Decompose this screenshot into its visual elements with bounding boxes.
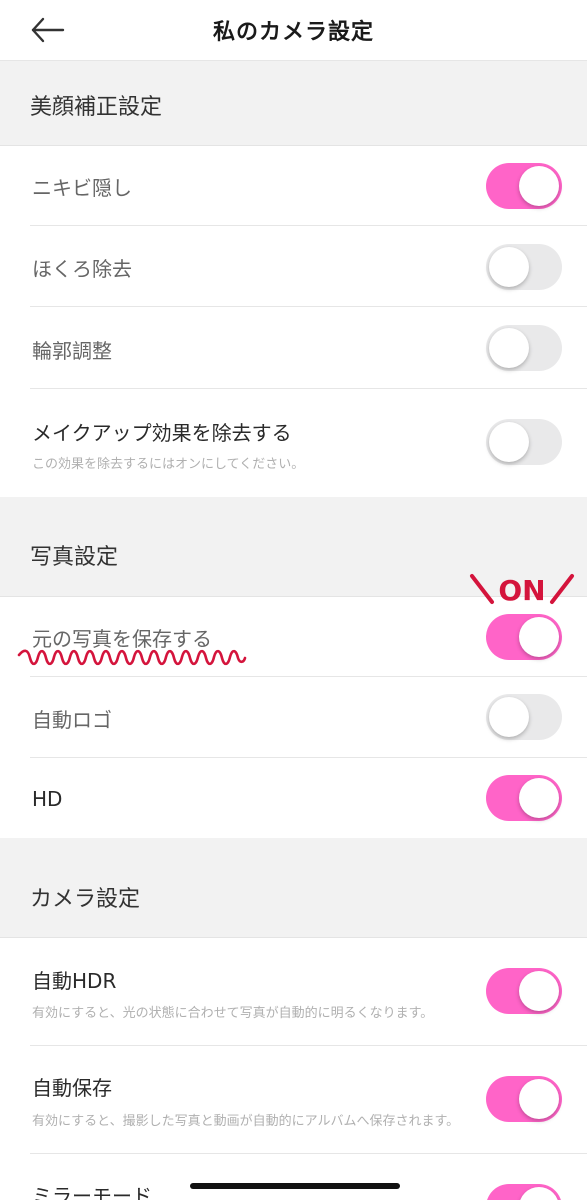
setting-row-acne: ニキビ隠し — [0, 146, 587, 226]
toggle-knob — [489, 422, 529, 462]
setting-label: メイクアップ効果を除去する — [32, 421, 292, 445]
mirror-toggle[interactable] — [486, 1184, 562, 1200]
section-header-camera: カメラ設定 — [0, 838, 587, 938]
setting-row-auto-hdr: 自動HDR 有効にすると、光の状態に合わせて写真が自動的に明るくなります。 — [0, 938, 587, 1046]
toggle-knob — [519, 166, 559, 206]
section-title: 美顔補正設定 — [30, 95, 163, 120]
underline-annotation — [17, 649, 247, 666]
setting-label: ミラーモード — [32, 1184, 152, 1200]
setting-description: この効果を除去するにはオンにしてください。 — [32, 457, 305, 472]
auto-save-toggle[interactable] — [486, 1076, 562, 1122]
makeup-toggle[interactable] — [486, 419, 562, 465]
section-title: カメラ設定 — [30, 887, 141, 912]
toggle-knob — [519, 1187, 559, 1200]
setting-label: ニキビ隠し — [32, 176, 132, 200]
toggle-knob — [519, 778, 559, 818]
hd-toggle[interactable] — [486, 775, 562, 821]
setting-description: 有効にすると、撮影した写真と動画が自動的にアルバムへ保存されます。 — [32, 1114, 460, 1129]
contour-toggle[interactable] — [486, 325, 562, 371]
setting-row-auto-logo: 自動ロゴ — [0, 677, 587, 758]
setting-row-auto-save: 自動保存 有効にすると、撮影した写真と動画が自動的にアルバムへ保存されます。 — [0, 1046, 587, 1154]
setting-label: 輪郭調整 — [32, 339, 112, 363]
toggle-knob — [519, 1079, 559, 1119]
acne-toggle[interactable] — [486, 163, 562, 209]
page-title: 私のカメラ設定 — [212, 20, 374, 45]
setting-label: ほくろ除去 — [32, 257, 132, 281]
home-indicator[interactable] — [190, 1183, 400, 1189]
setting-row-mole: ほくろ除去 — [0, 226, 587, 307]
section-title: 写真設定 — [30, 545, 119, 570]
setting-label: 自動HDR — [32, 969, 117, 993]
setting-row-hd: HD — [0, 758, 587, 838]
mole-toggle[interactable] — [486, 244, 562, 290]
annotation-slash-right — [550, 574, 574, 604]
toggle-knob — [519, 971, 559, 1011]
annotation-on-text: ON — [498, 574, 545, 606]
on-annotation: ON — [470, 574, 574, 606]
toggle-knob — [489, 328, 529, 368]
toggle-knob — [519, 617, 559, 657]
setting-row-mirror: ミラーモード — [0, 1154, 587, 1200]
toggle-knob — [489, 697, 529, 737]
section-header-beauty: 美顔補正設定 — [0, 61, 587, 146]
save-original-toggle[interactable] — [486, 614, 562, 660]
setting-row-contour: 輪郭調整 — [0, 307, 587, 389]
auto-hdr-toggle[interactable] — [486, 968, 562, 1014]
setting-row-makeup: メイクアップ効果を除去する この効果を除去するにはオンにしてください。 — [0, 389, 587, 497]
setting-description: 有効にすると、光の状態に合わせて写真が自動的に明るくなります。 — [32, 1006, 434, 1021]
nav-header: 私のカメラ設定 — [0, 0, 587, 61]
setting-label: 自動ロゴ — [32, 708, 112, 732]
annotation-slash-left — [470, 574, 494, 604]
setting-label: 自動保存 — [32, 1076, 112, 1100]
setting-label: HD — [32, 787, 63, 811]
auto-logo-toggle[interactable] — [486, 694, 562, 740]
toggle-knob — [489, 247, 529, 287]
